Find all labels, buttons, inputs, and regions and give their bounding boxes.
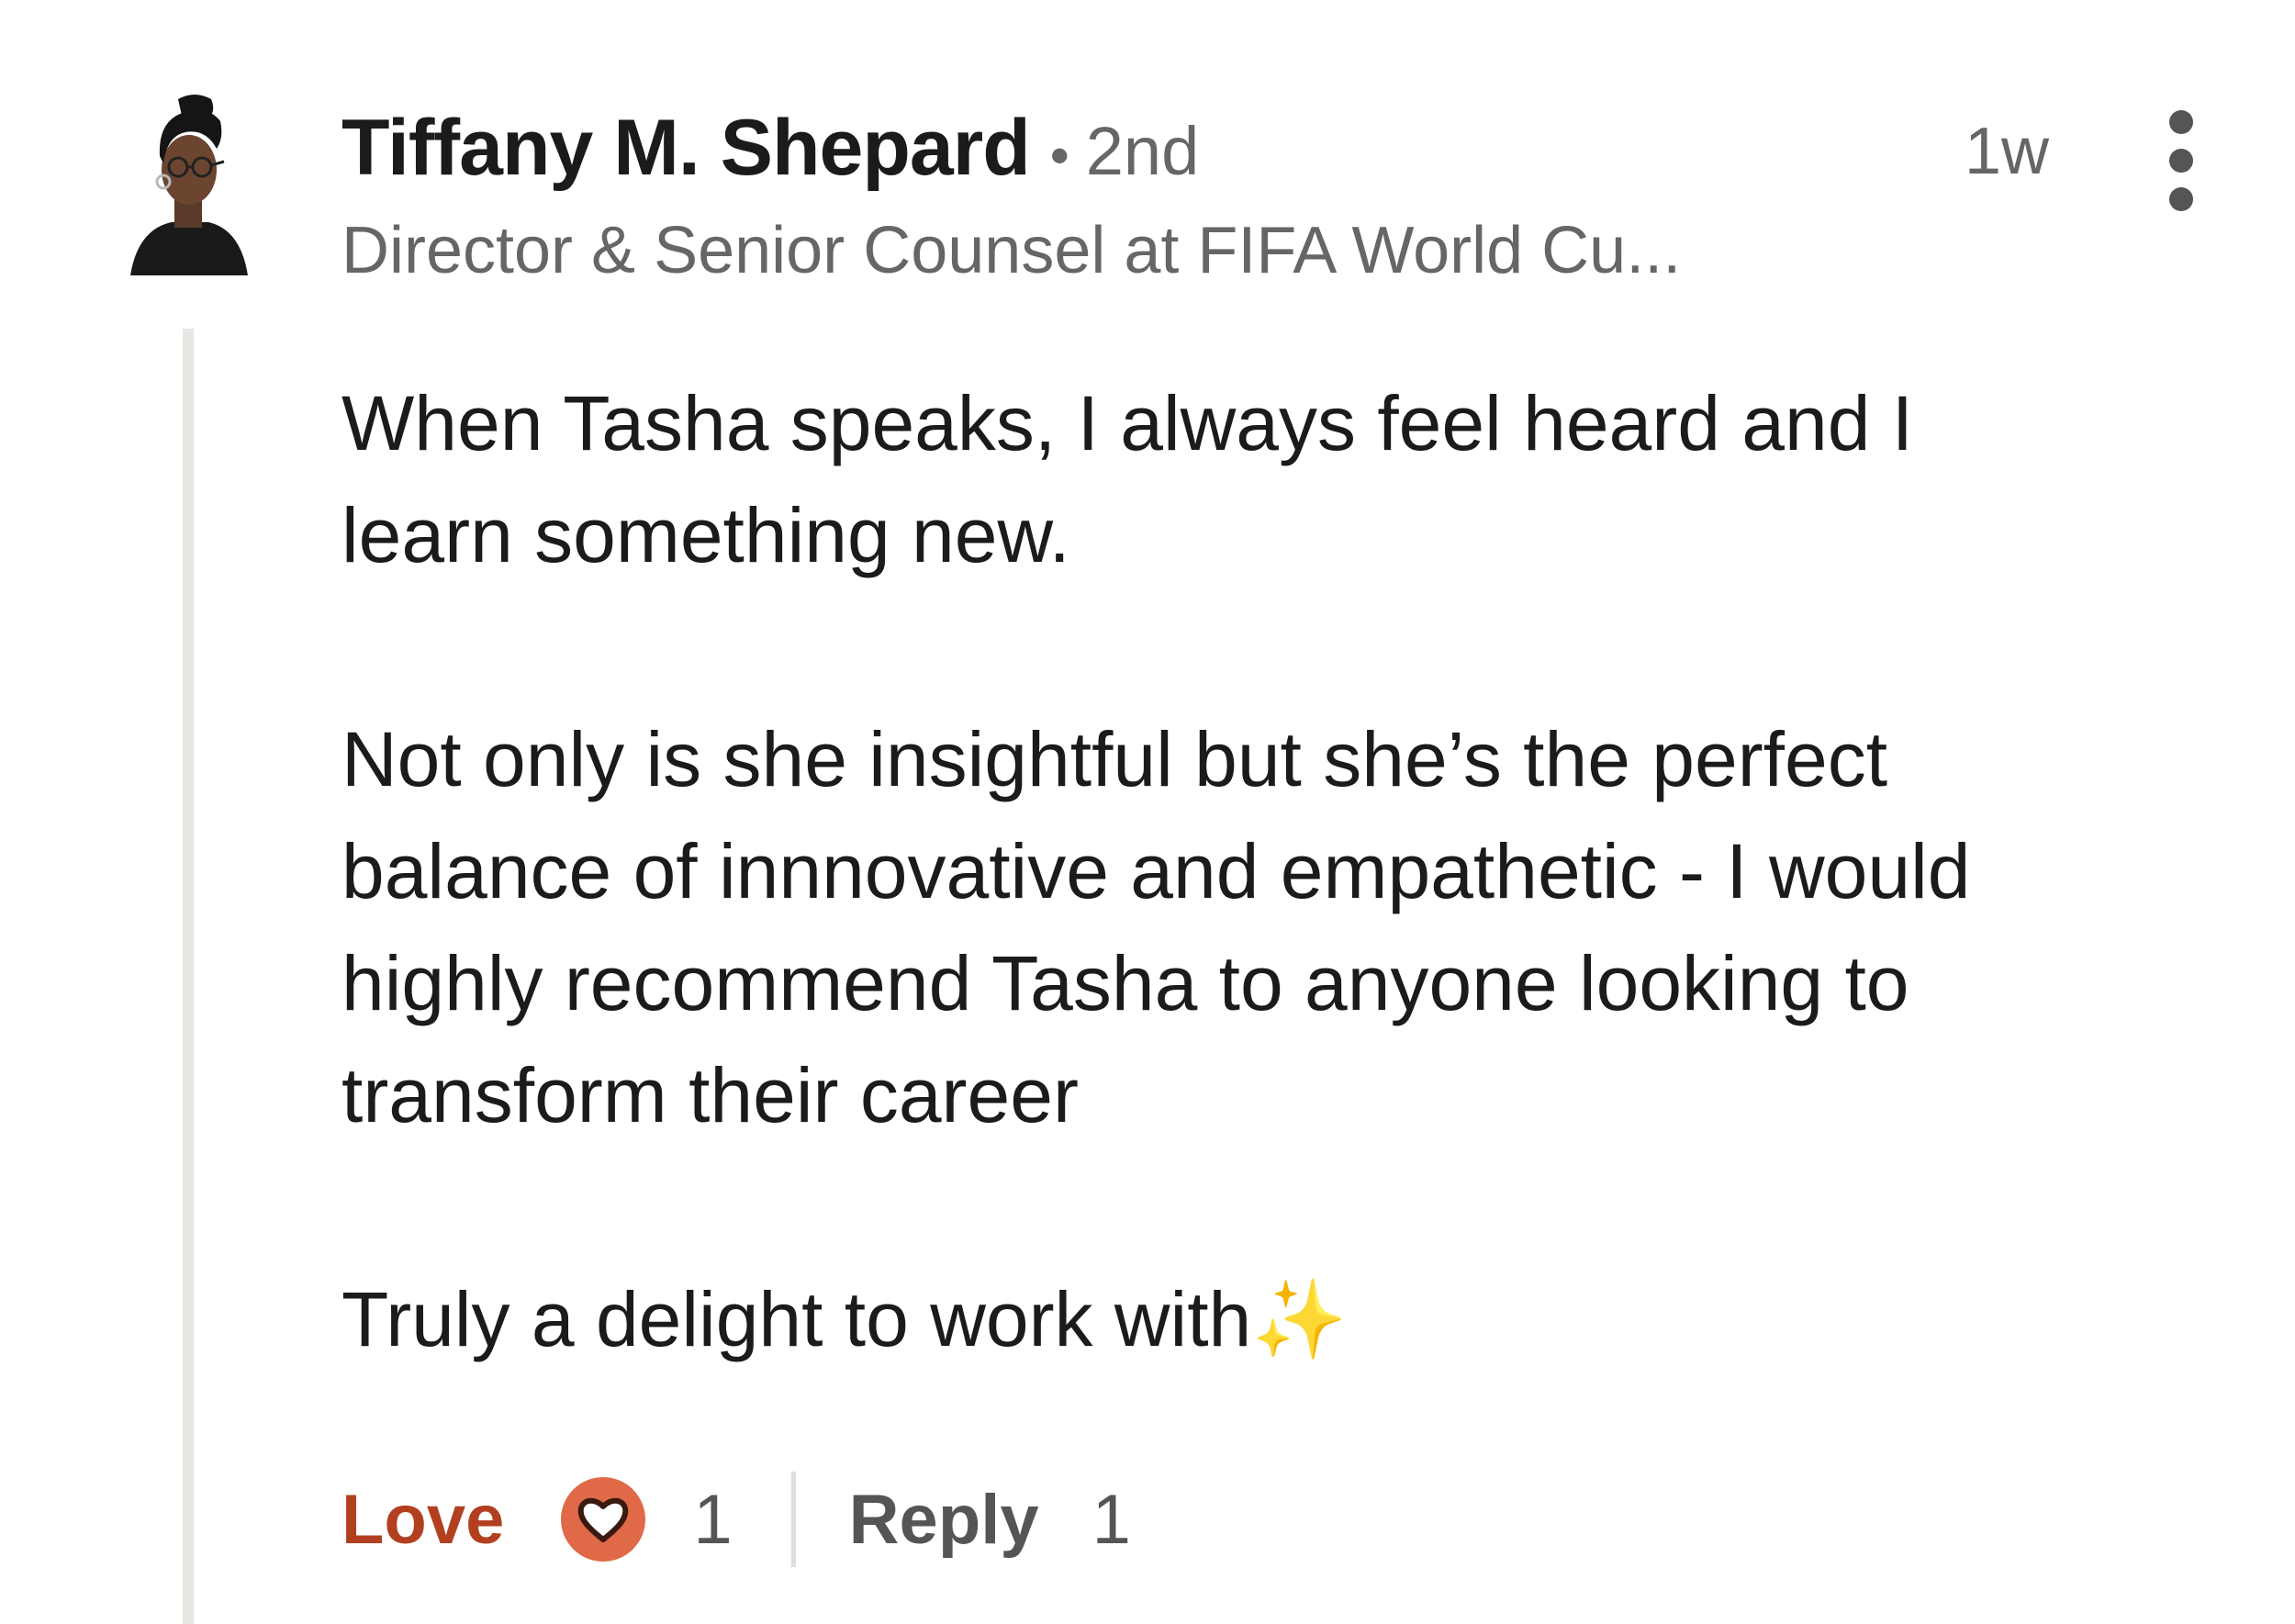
action-divider bbox=[790, 1472, 796, 1567]
love-button[interactable]: Love bbox=[341, 1480, 504, 1560]
reply-button[interactable]: Reply bbox=[849, 1480, 1039, 1560]
comment-line: Not only is she insightful but she’s the… bbox=[341, 716, 1888, 802]
comment-line: Truly a delight to work with✨ bbox=[341, 1276, 1348, 1362]
separator-dot: • bbox=[1049, 125, 1069, 186]
comment-line: balance of innnovative and empathetic - … bbox=[341, 828, 1971, 914]
timestamp: 1w bbox=[1965, 115, 2050, 188]
comment-line: highly recommend Tasha to anyone looking… bbox=[341, 940, 1909, 1026]
comment-header: Tiffany M. Shepard • 2nd bbox=[341, 103, 1199, 195]
connection-degree: 2nd bbox=[1085, 113, 1200, 189]
comment-line: transform their career bbox=[341, 1052, 1079, 1138]
comment-card: Tiffany M. Shepard • 2nd Director & Seni… bbox=[0, 0, 2295, 1624]
comment-line: When Tasha speaks, I always feel heard a… bbox=[341, 380, 1914, 466]
author-headline[interactable]: Director & Senior Counsel at FIFA World … bbox=[341, 213, 1681, 288]
heart-icon[interactable] bbox=[561, 1477, 646, 1562]
thread-line bbox=[183, 329, 194, 1624]
author-name[interactable]: Tiffany M. Shepard bbox=[341, 103, 1031, 194]
reaction-count[interactable]: 1 bbox=[693, 1480, 732, 1560]
comment-line: learn something new. bbox=[341, 492, 1070, 578]
comment-actions: Love 1 Reply 1 bbox=[341, 1469, 1131, 1570]
more-options-icon[interactable] bbox=[2159, 110, 2203, 211]
avatar[interactable] bbox=[121, 92, 254, 275]
comment-body: When Tasha speaks, I always feel heard a… bbox=[341, 367, 2177, 1375]
reply-count[interactable]: 1 bbox=[1092, 1480, 1131, 1560]
